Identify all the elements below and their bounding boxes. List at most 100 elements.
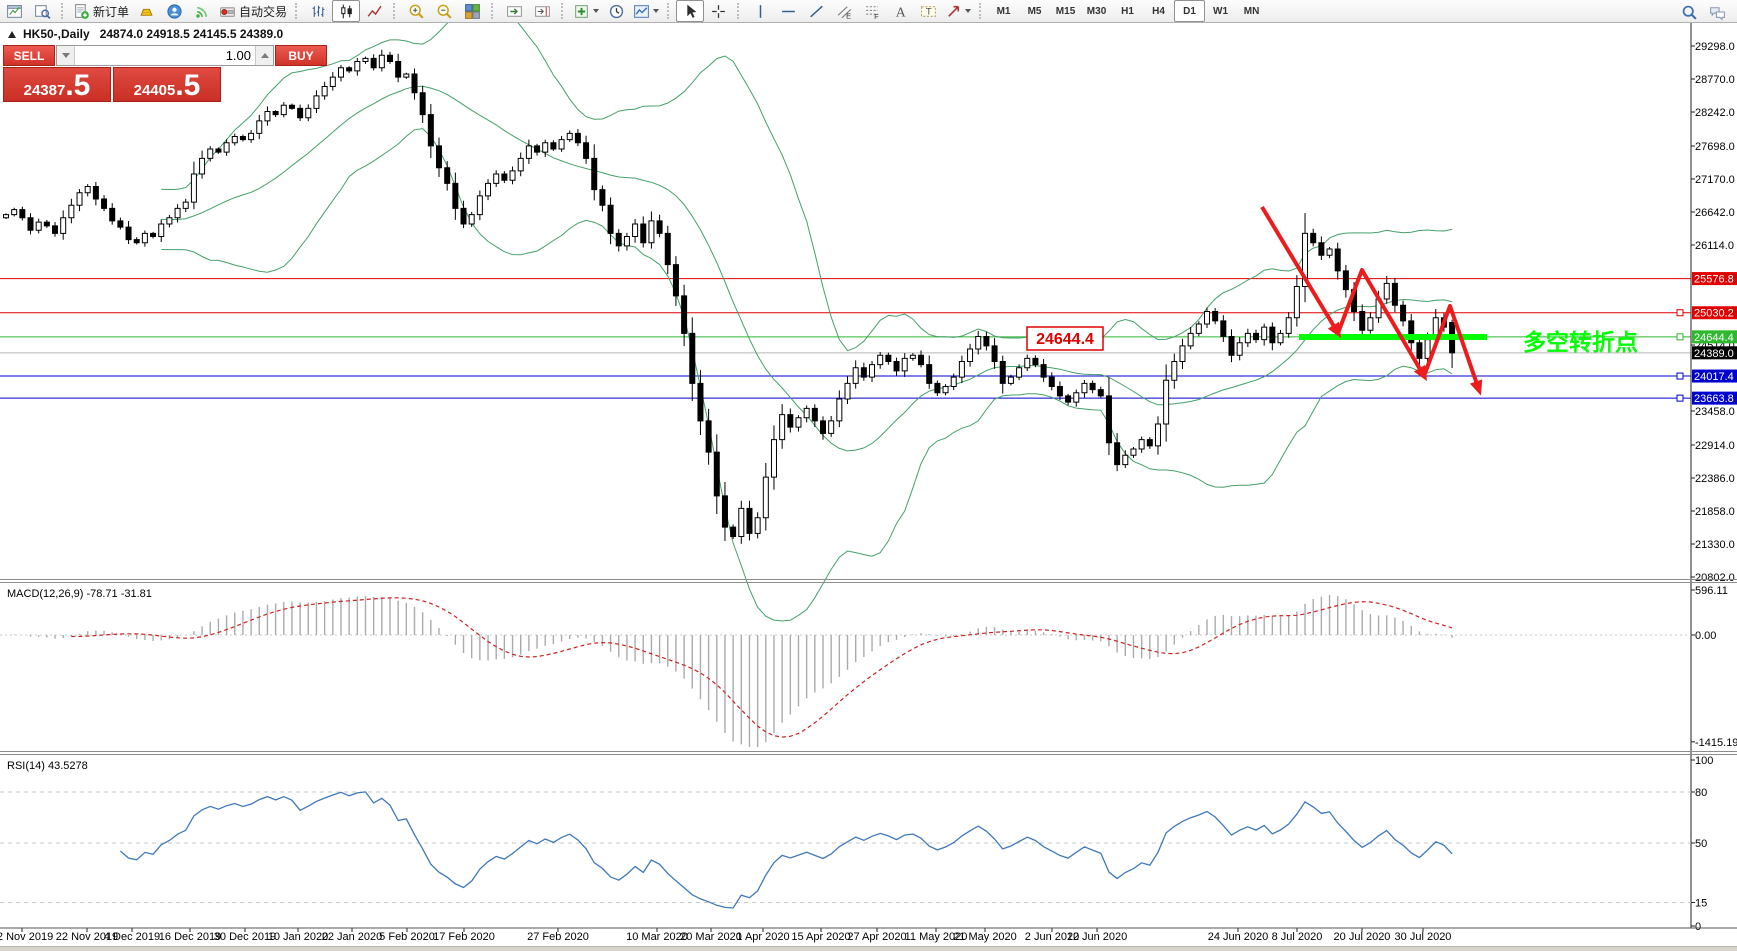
timeframe-m30-button[interactable]: M30 xyxy=(1081,0,1112,22)
bollinger-bands-layer xyxy=(161,23,1452,621)
svg-text:26642.0: 26642.0 xyxy=(1695,207,1735,219)
horizontal-line-button[interactable] xyxy=(774,0,802,22)
buy-price-button[interactable]: 24405.5 xyxy=(113,67,221,102)
chart-shift-button[interactable] xyxy=(528,0,556,22)
chart-area: 多空转折点24644.429298.028770.028242.027698.0… xyxy=(0,23,1737,946)
zoom-out-button[interactable] xyxy=(430,0,458,22)
timeframe-h1-button[interactable]: H1 xyxy=(1112,0,1143,22)
line-drag-handle[interactable] xyxy=(1677,334,1683,340)
timeframe-m15-button[interactable]: M15 xyxy=(1050,0,1081,22)
toolbar-separator xyxy=(393,3,398,19)
volume-input[interactable] xyxy=(75,46,255,65)
auto-scroll-button[interactable] xyxy=(500,0,528,22)
chat-button[interactable] xyxy=(1703,1,1731,23)
svg-text:F: F xyxy=(874,11,879,19)
svg-text:22 Jan 2020: 22 Jan 2020 xyxy=(322,931,383,943)
arrows-button[interactable] xyxy=(942,0,974,22)
equidistant-channel-button[interactable]: E xyxy=(830,0,858,22)
new-chart-icon xyxy=(6,3,23,20)
metatrader-window: 新订单自动交易EFATM1M5M15M30H1H4D1W1MN 多空转折点246… xyxy=(0,0,1737,951)
chat-icon xyxy=(1709,4,1726,21)
timeframe-h4-button[interactable]: H4 xyxy=(1143,0,1174,22)
svg-text:0.00: 0.00 xyxy=(1695,630,1716,642)
zoom-in-icon xyxy=(408,3,425,20)
auto-trading-button[interactable]: 自动交易 xyxy=(216,0,290,22)
price-chart-canvas[interactable]: 多空转折点24644.429298.028770.028242.027698.0… xyxy=(0,23,1737,946)
svg-text:23458.0: 23458.0 xyxy=(1695,406,1735,418)
indicators-button[interactable] xyxy=(570,0,602,22)
spinner-down-icon xyxy=(62,53,70,58)
channel-icon: E xyxy=(836,3,853,20)
zoom-in-button[interactable] xyxy=(402,0,430,22)
candles-layer xyxy=(4,50,1455,544)
svg-text:A: A xyxy=(895,4,905,19)
timeframe-m5-button[interactable]: M5 xyxy=(1019,0,1050,22)
gold-button[interactable] xyxy=(132,0,160,22)
macd-indicator-label: MACD(12,26,9) -78.71 -31.81 xyxy=(7,588,152,600)
search-icon xyxy=(1681,4,1698,21)
svg-text:12 Jun 2020: 12 Jun 2020 xyxy=(1067,931,1128,943)
periods-button[interactable] xyxy=(602,0,630,22)
fibo-icon: F xyxy=(864,3,881,20)
autotrade-icon xyxy=(219,3,236,20)
community-icon xyxy=(166,3,183,20)
text-label-button[interactable]: T xyxy=(914,0,942,22)
svg-text:29298.0: 29298.0 xyxy=(1695,41,1735,53)
profiles-button[interactable] xyxy=(28,0,56,22)
svg-text:27 Feb 2020: 27 Feb 2020 xyxy=(527,931,589,943)
line-drag-handle[interactable] xyxy=(1677,310,1683,316)
label-icon: T xyxy=(920,3,937,20)
svg-text:596.11: 596.11 xyxy=(1695,585,1728,597)
timeframe-m1-button[interactable]: M1 xyxy=(988,0,1019,22)
buy-button[interactable]: BUY xyxy=(275,45,327,66)
tile-windows-button[interactable] xyxy=(458,0,486,22)
fibonacci-button[interactable]: F xyxy=(858,0,886,22)
rsi-panel: RSI(14) 43.52781008050150 xyxy=(0,755,1713,933)
vline-icon xyxy=(752,3,769,20)
templates-button[interactable] xyxy=(630,0,662,22)
svg-text:21858.0: 21858.0 xyxy=(1695,506,1735,518)
sell-price-button[interactable]: 24387.5 xyxy=(3,67,111,102)
new-order-button[interactable]: 新订单 xyxy=(70,0,132,22)
crosshair-button[interactable] xyxy=(704,0,732,22)
svg-text:0: 0 xyxy=(1695,921,1701,933)
collapse-quotes-icon[interactable] xyxy=(8,31,16,38)
rsi-indicator-label: RSI(14) 43.5278 xyxy=(7,760,88,772)
line-chart-mode-button[interactable] xyxy=(360,0,388,22)
line-drag-handle[interactable] xyxy=(1677,373,1683,379)
line-drag-handle[interactable] xyxy=(1677,395,1683,401)
candle-chart-mode-button[interactable] xyxy=(332,0,360,22)
trend-line-button[interactable] xyxy=(802,0,830,22)
arrowhead-icon xyxy=(1470,379,1482,395)
svg-text:27 Apr 2020: 27 Apr 2020 xyxy=(847,931,906,943)
svg-text:15 Apr 2020: 15 Apr 2020 xyxy=(791,931,850,943)
svg-text:26114.0: 26114.0 xyxy=(1695,240,1734,252)
timeframe-d1-button[interactable]: D1 xyxy=(1174,0,1205,22)
chevron-down-icon xyxy=(653,9,659,13)
svg-text:22914.0: 22914.0 xyxy=(1695,440,1735,452)
sell-button[interactable]: SELL xyxy=(3,45,55,66)
signals-button[interactable] xyxy=(188,0,216,22)
chart-shift-icon xyxy=(534,3,551,20)
zoom-out-icon xyxy=(436,3,453,20)
svg-text:24644.4: 24644.4 xyxy=(1694,332,1734,344)
new-chart-button[interactable] xyxy=(0,0,28,22)
svg-text:1 Apr 2020: 1 Apr 2020 xyxy=(736,931,789,943)
profiles-icon xyxy=(34,3,51,20)
volume-increase-button[interactable] xyxy=(255,46,273,65)
search-button[interactable] xyxy=(1675,1,1703,23)
timeframe-mn-button[interactable]: MN xyxy=(1236,0,1267,22)
vertical-line-button[interactable] xyxy=(746,0,774,22)
community-button[interactable] xyxy=(160,0,188,22)
bar-chart-mode-button[interactable] xyxy=(304,0,332,22)
macd-panel: MACD(12,26,9) -78.71 -31.81596.110.00-14… xyxy=(0,585,1737,749)
volume-decrease-button[interactable] xyxy=(57,46,75,65)
toolbar-separator xyxy=(737,3,742,19)
cursor-button[interactable] xyxy=(676,0,704,22)
buy-price-main: 24405 xyxy=(134,81,176,100)
svg-text:28242.0: 28242.0 xyxy=(1695,107,1735,119)
text-button[interactable]: A xyxy=(886,0,914,22)
timeframe-w1-button[interactable]: W1 xyxy=(1205,0,1236,22)
spinner-up-icon xyxy=(261,53,269,58)
svg-text:E: E xyxy=(846,11,851,20)
